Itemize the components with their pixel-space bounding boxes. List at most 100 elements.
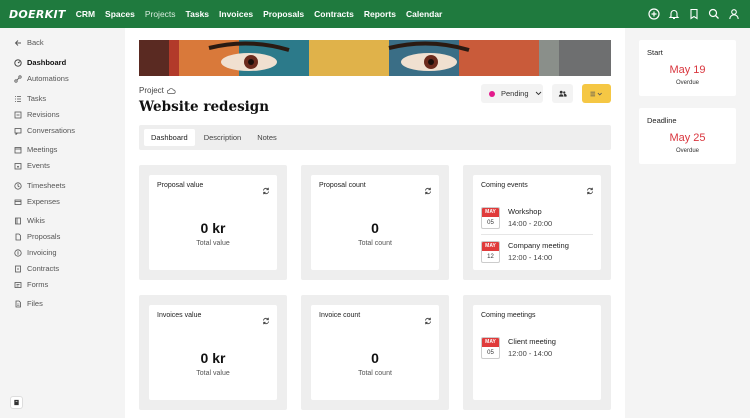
sidebar-item-proposals[interactable]: Proposals bbox=[14, 232, 60, 241]
right-panel: Start May 19 Overdue Deadline May 25 Ove… bbox=[625, 28, 750, 418]
chevron-down-icon bbox=[529, 91, 542, 96]
sidebar-item-invoicing[interactable]: Invoicing bbox=[14, 248, 57, 257]
page-title: Website redesign bbox=[139, 99, 270, 115]
sidebar-item-label: Conversations bbox=[27, 126, 75, 135]
proposal-value-card: Proposal value 0 kr Total value bbox=[139, 165, 287, 280]
sidebar-item-label: Invoicing bbox=[27, 248, 57, 257]
nav-link-calendar[interactable]: Calendar bbox=[406, 9, 442, 19]
sidebar-item-conversations[interactable]: Conversations bbox=[14, 126, 75, 135]
more-menu-button[interactable] bbox=[582, 84, 611, 103]
sidebar-item-revisions[interactable]: Revisions bbox=[14, 110, 60, 119]
event-item[interactable]: MAY 12 Company meeting 12:00 - 14:00 bbox=[481, 241, 569, 263]
invoice-icon bbox=[14, 248, 22, 257]
event-time: 14:00 - 20:00 bbox=[508, 219, 553, 228]
dashboard-icon bbox=[14, 58, 22, 67]
divider bbox=[481, 234, 593, 235]
sidebar-item-dashboard[interactable]: Dashboard bbox=[14, 58, 66, 67]
card-title: Proposal value bbox=[157, 182, 204, 189]
bookmark-icon[interactable] bbox=[684, 4, 704, 24]
project-banner-image bbox=[139, 40, 611, 76]
arrow-left-icon bbox=[14, 39, 22, 47]
sidebar-item-wikis[interactable]: Wikis bbox=[14, 216, 45, 225]
clock-icon bbox=[14, 181, 22, 190]
sidebar-item-label: Files bbox=[27, 299, 43, 308]
sidebar-item-back[interactable]: Back bbox=[14, 38, 44, 47]
sidebar-item-meetings[interactable]: Meetings bbox=[14, 145, 57, 154]
sidebar-item-label: Forms bbox=[27, 280, 49, 289]
members-button[interactable] bbox=[552, 84, 573, 103]
search-icon[interactable] bbox=[704, 4, 724, 24]
file-icon bbox=[14, 300, 22, 308]
nav-link-projects[interactable]: Projects bbox=[145, 9, 176, 19]
top-nav: DOERKIT CRM Spaces Projects Tasks Invoic… bbox=[0, 0, 750, 28]
card-title: Invoice count bbox=[319, 312, 361, 319]
sidebar-item-contracts[interactable]: Contracts bbox=[14, 264, 59, 273]
sidebar-item-label: Revisions bbox=[27, 110, 60, 119]
expenses-icon bbox=[14, 198, 22, 206]
sidebar-item-tasks[interactable]: Tasks bbox=[14, 94, 46, 103]
sidebar-item-events[interactable]: Events bbox=[14, 161, 50, 170]
start-status: Overdue bbox=[675, 80, 699, 86]
tab-notes[interactable]: Notes bbox=[250, 129, 284, 146]
nav-link-crm[interactable]: CRM bbox=[76, 9, 95, 19]
nav-links: CRM Spaces Projects Tasks Invoices Propo… bbox=[76, 9, 453, 19]
logo[interactable]: DOERKIT bbox=[9, 8, 66, 21]
refresh-icon[interactable] bbox=[424, 312, 432, 325]
sidebar-item-label: Contracts bbox=[27, 264, 60, 273]
sidebar-item-label: Wikis bbox=[27, 216, 45, 225]
nav-link-tasks[interactable]: Tasks bbox=[186, 9, 209, 19]
tab-bar: Dashboard Description Notes bbox=[139, 125, 611, 150]
card-title: Coming events bbox=[481, 182, 528, 189]
tab-description[interactable]: Description bbox=[197, 129, 249, 146]
deadline-box: Deadline May 25 Overdue bbox=[639, 108, 736, 164]
nav-link-invoices[interactable]: Invoices bbox=[219, 9, 253, 19]
sidebar-item-timesheets[interactable]: Timesheets bbox=[14, 181, 66, 190]
nav-link-reports[interactable]: Reports bbox=[364, 9, 396, 19]
bell-icon[interactable] bbox=[664, 4, 684, 24]
sidebar-item-expenses[interactable]: Expenses bbox=[14, 197, 60, 206]
sidebar-item-label: Dashboard bbox=[27, 58, 67, 67]
nav-link-proposals[interactable]: Proposals bbox=[263, 9, 304, 19]
wiki-icon bbox=[14, 217, 22, 225]
card-title: Coming meetings bbox=[481, 312, 536, 319]
sidebar-item-label: Meetings bbox=[27, 145, 58, 154]
card-title: Proposal count bbox=[319, 182, 366, 189]
sidebar-item-forms[interactable]: Forms bbox=[14, 280, 48, 289]
users-icon bbox=[558, 90, 567, 97]
nav-icons bbox=[644, 0, 744, 28]
status-dropdown[interactable]: Pending bbox=[481, 84, 543, 103]
book-icon bbox=[13, 399, 20, 406]
invoice-count-card: Invoice count 0 Total count bbox=[301, 295, 449, 410]
conversations-icon bbox=[14, 127, 22, 135]
nav-link-contracts[interactable]: Contracts bbox=[314, 9, 354, 19]
refresh-icon[interactable] bbox=[262, 312, 270, 325]
deadline-date[interactable]: May 25 bbox=[639, 132, 736, 144]
refresh-icon[interactable] bbox=[424, 182, 432, 195]
refresh-icon[interactable] bbox=[586, 182, 594, 195]
tab-dashboard[interactable]: Dashboard bbox=[144, 129, 195, 146]
card-value: 0 kr bbox=[200, 220, 226, 236]
sidebar-item-automations[interactable]: Automations bbox=[14, 74, 69, 83]
sidebar-item-label: Tasks bbox=[27, 94, 47, 103]
sidebar-item-label: Proposals bbox=[27, 232, 61, 241]
invoices-value-card: Invoices value 0 kr Total value bbox=[139, 295, 287, 410]
contract-icon bbox=[14, 265, 22, 273]
help-button[interactable] bbox=[10, 396, 23, 409]
breadcrumb-label[interactable]: Project bbox=[139, 86, 164, 95]
cloud-icon bbox=[164, 87, 176, 94]
sidebar: Back Dashboard Automations Tasks Revisio… bbox=[0, 28, 125, 418]
refresh-icon[interactable] bbox=[262, 182, 270, 195]
user-icon[interactable] bbox=[724, 4, 744, 24]
menu-icon bbox=[590, 91, 603, 97]
event-name: Company meeting bbox=[508, 241, 569, 250]
add-icon[interactable] bbox=[644, 4, 664, 24]
sidebar-item-label: Events bbox=[27, 161, 50, 170]
sidebar-item-files[interactable]: Files bbox=[14, 299, 43, 308]
proposal-count-card: Proposal count 0 Total count bbox=[301, 165, 449, 280]
nav-link-spaces[interactable]: Spaces bbox=[105, 9, 135, 19]
form-icon bbox=[14, 281, 22, 289]
automations-icon bbox=[14, 74, 22, 83]
meeting-item[interactable]: MAY 05 Client meeting 12:00 - 14:00 bbox=[481, 337, 556, 359]
event-item[interactable]: MAY 05 Workshop 14:00 - 20:00 bbox=[481, 207, 552, 229]
start-date[interactable]: May 19 bbox=[639, 64, 736, 76]
